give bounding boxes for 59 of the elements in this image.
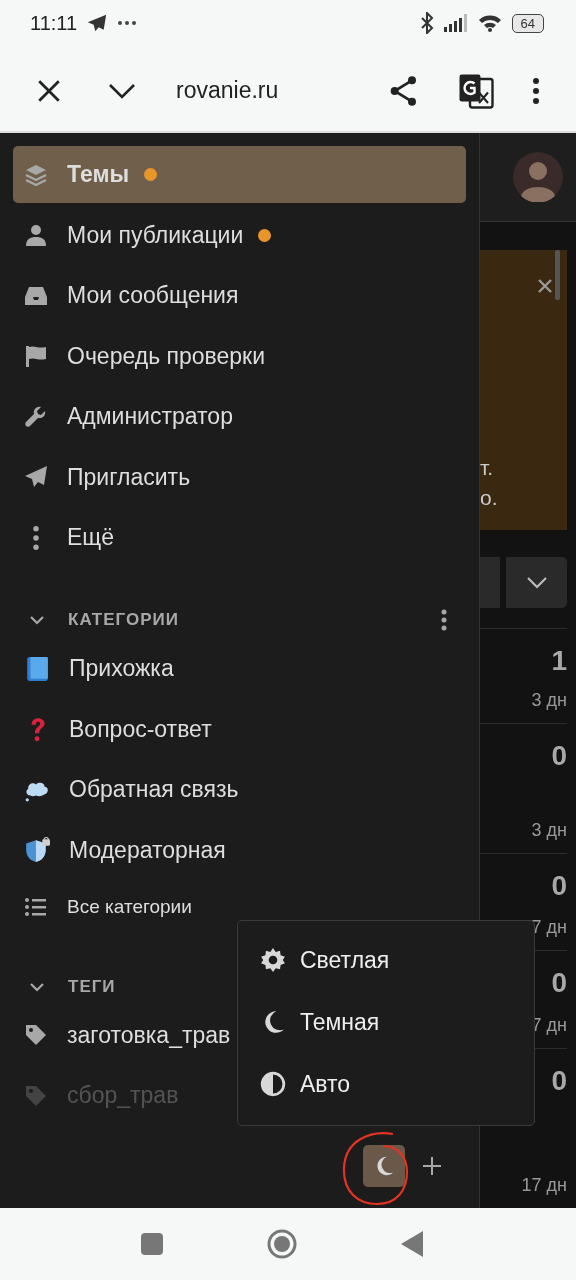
layers-icon: [24, 162, 48, 187]
page-url[interactable]: rovanie.ru: [176, 77, 388, 104]
theme-toggle-button[interactable]: [363, 1145, 405, 1188]
nav-item[interactable]: Очередь проверки: [13, 327, 466, 385]
menu-item[interactable]: Темная: [260, 991, 534, 1053]
half-circle-icon: [260, 1071, 286, 1097]
reply-count: 0: [551, 1065, 567, 1097]
menu-item[interactable]: Авто: [260, 1053, 534, 1115]
nav-item[interactable]: Пригласить: [13, 448, 466, 506]
sun-icon: [260, 947, 286, 973]
reply-count: 0: [551, 870, 567, 902]
wifi-icon: [477, 14, 502, 32]
more-icon: [33, 525, 39, 550]
activity-age: 3 дн: [531, 690, 567, 711]
nav-item[interactable]: Темы: [13, 146, 466, 203]
category-item[interactable]: Вопрос-ответ: [13, 700, 466, 758]
paper-plane-icon: [87, 13, 108, 33]
signal-icon: [443, 14, 468, 32]
nav-item[interactable]: Администратор: [13, 388, 466, 445]
scrollbar: [555, 250, 560, 300]
tag-item[interactable]: заготовка_трав: [13, 1006, 239, 1064]
recents-icon[interactable]: [140, 1232, 164, 1256]
back-icon[interactable]: [400, 1230, 424, 1258]
category-item[interactable]: Все категории: [13, 882, 200, 933]
flag-icon: [24, 344, 48, 368]
battery-level: 64: [511, 13, 544, 33]
reply-count: 0: [551, 967, 567, 999]
banner-text: т.: [480, 456, 495, 480]
reply-count: 0: [551, 740, 567, 772]
activity-age: 7 дн: [531, 917, 567, 938]
more-vertical-icon[interactable]: [532, 76, 540, 105]
plus-icon[interactable]: [422, 1156, 442, 1177]
book-icon: [24, 655, 50, 682]
section-title[interactable]: КАТЕГОРИИ: [68, 610, 440, 631]
paper-plane-icon: [24, 465, 48, 489]
bluetooth-icon: [419, 12, 434, 34]
clock-time: 11:11: [30, 11, 78, 35]
more-icon[interactable]: [440, 609, 448, 632]
nav-item[interactable]: Мои публикации: [13, 206, 466, 264]
user-icon: [24, 223, 48, 247]
activity-age: 17 дн: [521, 1175, 567, 1196]
home-icon[interactable]: [266, 1228, 298, 1260]
tag-icon: [24, 1083, 48, 1108]
chevron-down-icon: [525, 575, 548, 590]
activity-age: 3 дн: [531, 820, 567, 841]
nav-item[interactable]: Мои сообщения: [13, 267, 466, 324]
category-item[interactable]: Обратная связь: [13, 761, 466, 819]
category-item[interactable]: Прихожка: [13, 640, 466, 698]
banner-text: о.: [480, 486, 499, 510]
more-icon: [117, 20, 138, 26]
category-item[interactable]: Модераторная: [13, 821, 466, 879]
translate-icon[interactable]: [458, 72, 494, 109]
wrench-icon: [24, 404, 48, 429]
shield-lock-icon: [24, 837, 50, 864]
reply-count: 1: [551, 645, 567, 677]
menu-item[interactable]: Светлая: [260, 929, 534, 991]
nav-item[interactable]: Ещё: [13, 509, 466, 566]
avatar[interactable]: [513, 152, 563, 202]
tag-icon: [24, 1023, 48, 1048]
